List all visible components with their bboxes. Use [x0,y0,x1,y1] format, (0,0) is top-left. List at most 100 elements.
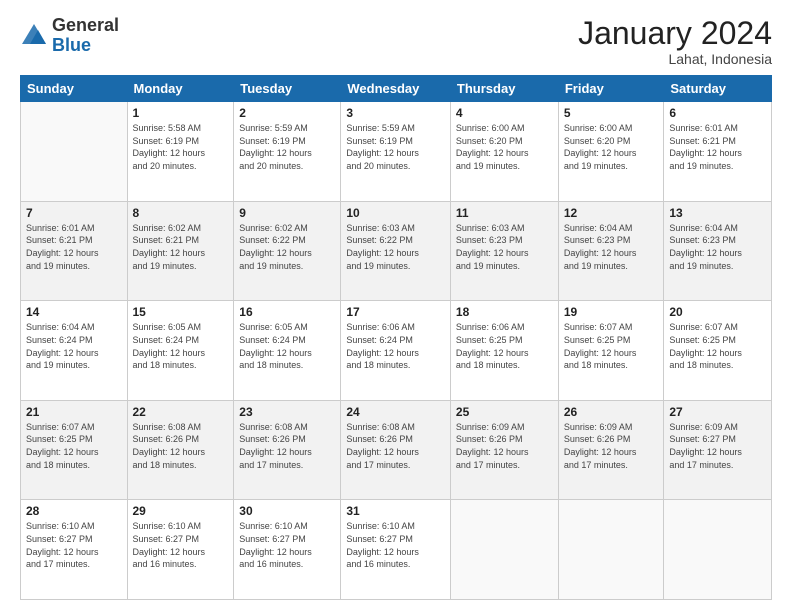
table-row [450,500,558,600]
table-row: 2 Sunrise: 5:59 AM Sunset: 6:19 PM Daylig… [234,102,341,202]
col-thursday: Thursday [450,76,558,102]
day-info: Sunrise: 6:10 AM Sunset: 6:27 PM Dayligh… [346,520,445,570]
col-sunday: Sunday [21,76,128,102]
day-info: Sunrise: 6:03 AM Sunset: 6:23 PM Dayligh… [456,222,553,272]
title-area: January 2024 Lahat, Indonesia [578,16,772,67]
table-row: 26Sunrise: 6:09 AM Sunset: 6:26 PM Dayli… [558,400,664,500]
col-friday: Friday [558,76,664,102]
table-row: 10 Sunrise: 6:03 AM Sunset: 6:22 PM Dayli… [341,201,451,301]
day-info: Sunrise: 6:09 AM Sunset: 6:27 PM Dayligh… [669,421,766,471]
header: General Blue January 2024 Lahat, Indones… [20,16,772,67]
day-info: Sunrise: 6:01 AM Sunset: 6:21 PM Dayligh… [669,122,766,172]
day-info: Sunrise: 6:10 AM Sunset: 6:27 PM Dayligh… [133,520,229,570]
day-info: Sunrise: 6:02 AM Sunset: 6:22 PM Dayligh… [239,222,335,272]
col-monday: Monday [127,76,234,102]
day-info: Sunrise: 6:07 AM Sunset: 6:25 PM Dayligh… [669,321,766,371]
table-row: 25 Sunrise: 6:09 AM Sunset: 6:26 PM Dayli… [450,400,558,500]
table-row: 11 Sunrise: 6:03 AM Sunset: 6:23 PM Dayli… [450,201,558,301]
day-number: 13 [669,206,766,220]
day-number: 17 [346,305,445,319]
day-info: Sunrise: 6:10 AM Sunset: 6:27 PM Dayligh… [239,520,335,570]
table-row: 17 Sunrise: 6:06 AM Sunset: 6:24 PM Dayli… [341,301,451,401]
day-number: 18 [456,305,553,319]
table-row: 6 Sunrise: 6:01 AM Sunset: 6:21 PM Daylig… [664,102,772,202]
calendar-week-row: 21Sunrise: 6:07 AM Sunset: 6:25 PM Dayli… [21,400,772,500]
table-row: 23Sunrise: 6:08 AM Sunset: 6:26 PM Dayli… [234,400,341,500]
table-row: 5 Sunrise: 6:00 AM Sunset: 6:20 PM Daylig… [558,102,664,202]
day-info: Sunrise: 6:05 AM Sunset: 6:24 PM Dayligh… [239,321,335,371]
day-number: 20 [669,305,766,319]
day-info: Sunrise: 6:06 AM Sunset: 6:25 PM Dayligh… [456,321,553,371]
day-info: Sunrise: 6:07 AM Sunset: 6:25 PM Dayligh… [26,421,122,471]
table-row: 19 Sunrise: 6:07 AM Sunset: 6:25 PM Dayli… [558,301,664,401]
table-row: 16 Sunrise: 6:05 AM Sunset: 6:24 PM Dayli… [234,301,341,401]
table-row [558,500,664,600]
day-number: 29 [133,504,229,518]
col-tuesday: Tuesday [234,76,341,102]
day-number: 22 [133,405,229,419]
day-number: 6 [669,106,766,120]
day-info: Sunrise: 5:59 AM Sunset: 6:19 PM Dayligh… [239,122,335,172]
day-info: Sunrise: 6:07 AM Sunset: 6:25 PM Dayligh… [564,321,659,371]
table-row: 22 Sunrise: 6:08 AM Sunset: 6:26 PM Dayli… [127,400,234,500]
table-row: 1Sunrise: 5:58 AM Sunset: 6:19 PM Daylig… [127,102,234,202]
day-number: 11 [456,206,553,220]
day-info: Sunrise: 5:58 AM Sunset: 6:19 PM Dayligh… [133,122,229,172]
table-row: 20 Sunrise: 6:07 AM Sunset: 6:25 PM Dayli… [664,301,772,401]
day-info: Sunrise: 6:00 AM Sunset: 6:20 PM Dayligh… [564,122,659,172]
table-row: 15Sunrise: 6:05 AM Sunset: 6:24 PM Dayli… [127,301,234,401]
day-number: 27 [669,405,766,419]
day-info: Sunrise: 6:03 AM Sunset: 6:22 PM Dayligh… [346,222,445,272]
day-info: Sunrise: 6:04 AM Sunset: 6:24 PM Dayligh… [26,321,122,371]
calendar-page: General Blue January 2024 Lahat, Indones… [0,0,792,612]
day-number: 24 [346,405,445,419]
day-number: 19 [564,305,659,319]
day-number: 28 [26,504,122,518]
day-info: Sunrise: 6:06 AM Sunset: 6:24 PM Dayligh… [346,321,445,371]
day-number: 12 [564,206,659,220]
table-row: 7 Sunrise: 6:01 AM Sunset: 6:21 PM Daylig… [21,201,128,301]
day-number: 5 [564,106,659,120]
day-number: 23 [239,405,335,419]
day-number: 10 [346,206,445,220]
table-row: 28 Sunrise: 6:10 AM Sunset: 6:27 PM Dayli… [21,500,128,600]
day-number: 7 [26,206,122,220]
calendar-week-row: 1Sunrise: 5:58 AM Sunset: 6:19 PM Daylig… [21,102,772,202]
day-info: Sunrise: 6:10 AM Sunset: 6:27 PM Dayligh… [26,520,122,570]
day-number: 25 [456,405,553,419]
calendar-week-row: 14 Sunrise: 6:04 AM Sunset: 6:24 PM Dayli… [21,301,772,401]
table-row: 3Sunrise: 5:59 AM Sunset: 6:19 PM Daylig… [341,102,451,202]
day-info: Sunrise: 6:04 AM Sunset: 6:23 PM Dayligh… [564,222,659,272]
calendar-header-row: Sunday Monday Tuesday Wednesday Thursday… [21,76,772,102]
table-row [21,102,128,202]
table-row: 9 Sunrise: 6:02 AM Sunset: 6:22 PM Daylig… [234,201,341,301]
day-number: 9 [239,206,335,220]
table-row: 24Sunrise: 6:08 AM Sunset: 6:26 PM Dayli… [341,400,451,500]
table-row: 31Sunrise: 6:10 AM Sunset: 6:27 PM Dayli… [341,500,451,600]
day-number: 4 [456,106,553,120]
table-row: 13Sunrise: 6:04 AM Sunset: 6:23 PM Dayli… [664,201,772,301]
table-row: 29 Sunrise: 6:10 AM Sunset: 6:27 PM Dayli… [127,500,234,600]
day-number: 2 [239,106,335,120]
table-row: 14 Sunrise: 6:04 AM Sunset: 6:24 PM Dayli… [21,301,128,401]
table-row: 21Sunrise: 6:07 AM Sunset: 6:25 PM Dayli… [21,400,128,500]
day-number: 30 [239,504,335,518]
logo-blue: Blue [52,36,119,56]
logo-icon [20,22,48,50]
col-wednesday: Wednesday [341,76,451,102]
day-info: Sunrise: 6:08 AM Sunset: 6:26 PM Dayligh… [133,421,229,471]
day-info: Sunrise: 6:09 AM Sunset: 6:26 PM Dayligh… [456,421,553,471]
table-row: 8Sunrise: 6:02 AM Sunset: 6:21 PM Daylig… [127,201,234,301]
day-info: Sunrise: 6:02 AM Sunset: 6:21 PM Dayligh… [133,222,229,272]
month-title: January 2024 [578,16,772,51]
table-row: 18 Sunrise: 6:06 AM Sunset: 6:25 PM Dayli… [450,301,558,401]
day-number: 15 [133,305,229,319]
calendar-table: Sunday Monday Tuesday Wednesday Thursday… [20,75,772,600]
calendar-week-row: 28 Sunrise: 6:10 AM Sunset: 6:27 PM Dayli… [21,500,772,600]
day-number: 16 [239,305,335,319]
day-info: Sunrise: 6:01 AM Sunset: 6:21 PM Dayligh… [26,222,122,272]
day-number: 14 [26,305,122,319]
calendar-week-row: 7 Sunrise: 6:01 AM Sunset: 6:21 PM Daylig… [21,201,772,301]
table-row [664,500,772,600]
logo-text: General Blue [52,16,119,56]
